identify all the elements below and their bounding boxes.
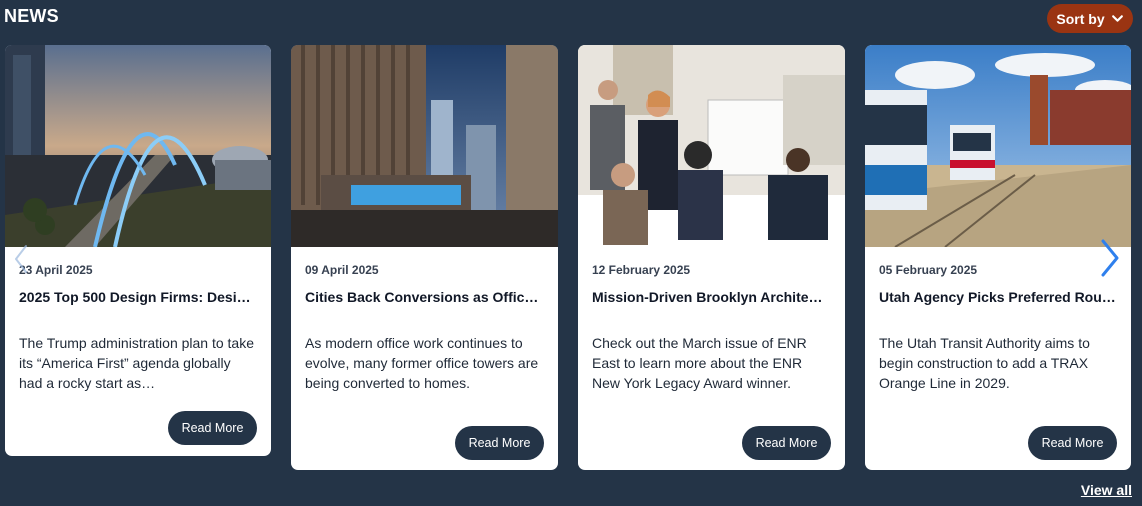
news-excerpt: As modern office work continues to evolv… [305, 335, 539, 391]
news-date: 05 February 2025 [879, 263, 978, 277]
news-excerpt: Check out the March issue of ENR East to… [592, 335, 807, 391]
news-date: 09 April 2025 [305, 263, 379, 277]
read-more-button[interactable]: Read More [742, 426, 831, 460]
news-title-text[interactable]: Utah Agency Picks Preferred Route for TR… [879, 289, 1116, 305]
news-title-text[interactable]: Cities Back Conversions as Office Towers… [305, 289, 542, 305]
sort-by-button[interactable]: Sort by [1047, 4, 1133, 33]
news-title-text[interactable]: 2025 Top 500 Design Firms: Design Firms … [19, 289, 256, 305]
view-all-link[interactable]: View all [1081, 482, 1132, 498]
news-date: 12 February 2025 [592, 263, 691, 277]
news-card[interactable]: 12 February 2025 Mission-Driven Brooklyn… [578, 45, 845, 470]
news-image-train[interactable] [865, 45, 1131, 247]
news-card[interactable]: 09 April 2025 Cities Back Conversions as… [291, 45, 558, 470]
news-card[interactable]: 23 April 2025 2025 Top 500 Design Firms:… [5, 45, 271, 456]
news-image-bridge[interactable] [5, 45, 271, 247]
news-card[interactable]: 05 February 2025 Utah Agency Picks Prefe… [865, 45, 1131, 470]
news-title-text[interactable]: Mission-Driven Brooklyn Architect Wins A… [592, 289, 829, 305]
read-more-button[interactable]: Read More [168, 411, 257, 445]
chevron-down-icon [1111, 15, 1123, 22]
read-more-button[interactable]: Read More [455, 426, 544, 460]
news-date: 23 April 2025 [19, 263, 93, 277]
news-image-meeting[interactable] [578, 45, 845, 247]
news-excerpt: The Utah Transit Authority aims to begin… [879, 335, 1090, 391]
news-image-towers[interactable] [291, 45, 558, 247]
chevron-right-icon[interactable] [1100, 238, 1120, 278]
sort-by-label: Sort by [1056, 10, 1105, 27]
chevron-left-icon[interactable] [14, 244, 28, 274]
news-title: NEWS [4, 6, 59, 26]
news-excerpt: The Trump administration plan to take it… [19, 335, 255, 391]
read-more-button[interactable]: Read More [1028, 426, 1117, 460]
